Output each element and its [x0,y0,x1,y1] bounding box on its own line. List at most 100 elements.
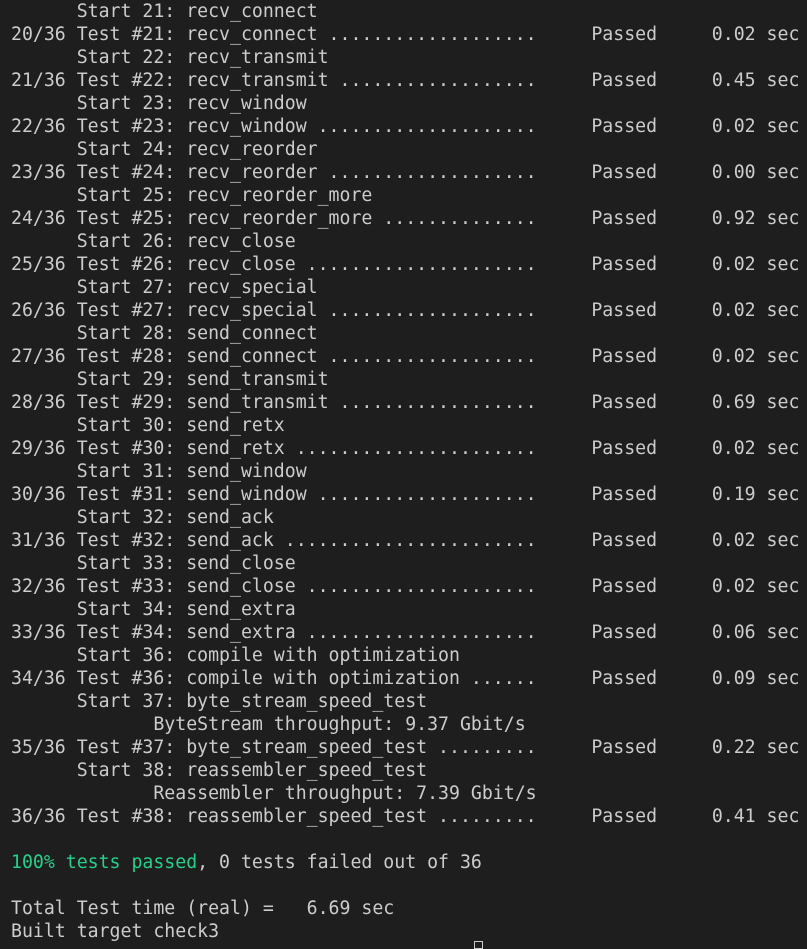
terminal-cursor [474,941,483,949]
test-time: 0.19 sec [711,484,800,505]
test-dots: ................... [328,300,592,321]
test-label: Test #25: recv_reorder_more [65,208,384,229]
test-dots: ................... [328,162,592,183]
test-label: Test #21: recv_connect [65,24,329,45]
test-start-line: Start 30: send_retx [11,415,285,436]
test-time: 0.45 sec [711,70,800,91]
test-dots: ...... [470,668,592,689]
test-result-row: 33/36 Test #34: send_extra .............… [11,621,807,644]
test-time: 0.02 sec [711,300,800,321]
test-time: 0.02 sec [711,254,800,275]
test-index: 22/36 [11,116,66,137]
total-time-line: Total Test time (real) = 6.69 sec [11,898,395,919]
test-time: 0.92 sec [711,208,800,229]
test-status: Passed [591,737,712,758]
test-status: Passed [591,530,712,551]
test-result-row: 35/36 Test #37: byte_stream_speed_test .… [11,736,807,759]
test-index: 30/36 [11,484,66,505]
test-label: Test #24: recv_reorder [65,162,329,183]
built-target-line: Built target check3 [11,921,220,942]
test-label: Test #30: send_retx [65,438,296,459]
test-dots: .................... [317,484,592,505]
test-index: 33/36 [11,622,66,643]
test-status: Passed [591,208,712,229]
test-time: 0.06 sec [711,622,800,643]
test-index: 36/36 [11,806,66,827]
test-label: Test #36: compile with optimization [65,668,471,689]
test-label: Test #32: send_ack [65,530,285,551]
test-label: Test #23: recv_window [65,116,318,137]
test-result-row: 30/36 Test #31: send_window ............… [11,483,807,506]
test-time: 0.22 sec [711,737,800,758]
test-dots: ......... [438,737,592,758]
test-start-line: Start 38: reassembler_speed_test [11,760,428,781]
test-status: Passed [591,24,712,45]
test-label: Test #28: send_connect [65,346,329,367]
test-result-row: 29/36 Test #30: send_retx ..............… [11,437,807,460]
test-status: Passed [591,484,712,505]
test-result-row: 27/36 Test #28: send_connect ...........… [11,345,807,368]
test-dots: .............. [383,208,592,229]
test-status: Passed [591,622,712,643]
test-index: 34/36 [11,668,66,689]
test-time: 0.02 sec [711,24,800,45]
test-time: 0.41 sec [711,806,800,827]
test-status: Passed [591,346,712,367]
test-dots: ..................... [306,576,592,597]
test-dots: .................. [339,392,592,413]
test-dots: ..................... [306,622,592,643]
test-index: 27/36 [11,346,66,367]
test-start-line: Start 32: send_ack [11,507,274,528]
test-label: Test #27: recv_special [65,300,329,321]
test-status: Passed [591,668,712,689]
test-start-line: Start 36: compile with optimization [11,645,460,666]
test-index: 28/36 [11,392,66,413]
test-extra-output: ByteStream throughput: 9.37 Gbit/s [11,714,526,735]
test-start-line: Start 22: recv_transmit [11,47,329,68]
test-index: 23/36 [11,162,66,183]
test-start-line: Start 25: recv_reorder_more [11,185,373,206]
test-extra-output: Reassembler throughput: 7.39 Gbit/s [11,783,537,804]
test-dots: ....................... [284,530,592,551]
test-time: 0.00 sec [711,162,800,183]
test-time: 0.02 sec [711,576,800,597]
test-status: Passed [591,254,712,275]
test-status: Passed [591,70,712,91]
test-start-line: Start 33: send_close [11,553,296,574]
test-label: Test #26: recv_close [65,254,307,275]
test-result-row: 20/36 Test #21: recv_connect ...........… [11,23,807,46]
test-status: Passed [591,438,712,459]
test-start-line: Start 29: send_transmit [11,369,329,390]
test-dots: ................... [328,346,592,367]
summary-pass-text: 100% tests passed [11,852,198,873]
test-label: Test #29: send_transmit [65,392,340,413]
test-start-line: Start 23: recv_window [11,93,307,114]
test-dots: ..................... [306,254,592,275]
test-index: 24/36 [11,208,66,229]
test-time: 0.69 sec [711,392,800,413]
test-index: 29/36 [11,438,66,459]
test-status: Passed [591,392,712,413]
test-result-row: 24/36 Test #25: recv_reorder_more ......… [11,207,807,230]
test-result-row: 23/36 Test #24: recv_reorder ...........… [11,161,807,184]
test-result-row: 28/36 Test #29: send_transmit ..........… [11,391,807,414]
test-dots: .................... [317,116,592,137]
test-index: 35/36 [11,737,66,758]
test-start-line: Start 24: recv_reorder [11,139,318,160]
test-start-line: Start 31: send_window [11,461,307,482]
summary-line: 100% tests passed, 0 tests failed out of… [11,851,807,874]
test-dots: ................... [328,24,592,45]
test-index: 26/36 [11,300,66,321]
test-start-line: Start 34: send_extra [11,599,296,620]
test-result-row: 26/36 Test #27: recv_special ...........… [11,299,807,322]
summary-rest-text: , 0 tests failed out of 36 [197,852,482,873]
test-dots: ...................... [295,438,592,459]
test-start-line: Start 37: byte_stream_speed_test [11,691,428,712]
test-start-line: Start 27: recv_special [11,277,318,298]
test-dots: .................. [339,70,592,91]
terminal-output[interactable]: Start 21: recv_connect 20/36 Test #21: re… [0,0,807,949]
test-log: Start 21: recv_connect 20/36 Test #21: re… [11,0,807,828]
test-result-row: 22/36 Test #23: recv_window ............… [11,115,807,138]
test-time: 0.09 sec [711,668,800,689]
test-status: Passed [591,116,712,137]
